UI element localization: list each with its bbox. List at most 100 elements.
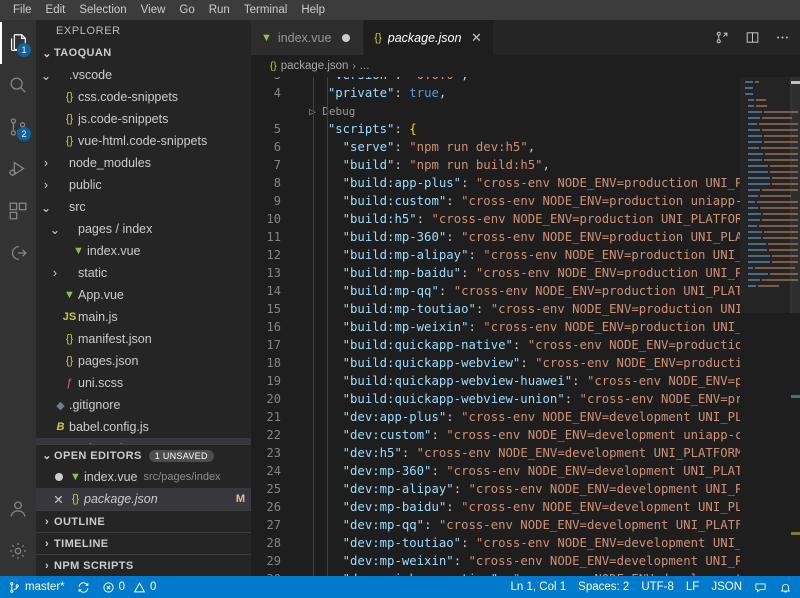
activity-item-explorer[interactable]: 1	[0, 22, 36, 64]
close-icon[interactable]: ✕	[50, 492, 67, 507]
code-line[interactable]: 3 "version": "0.0.0",	[251, 77, 740, 84]
code-line[interactable]: 4 "private": true,	[251, 84, 740, 102]
split-editor-icon[interactable]	[742, 28, 762, 48]
section-header-open-editors[interactable]: ⌄ OPEN EDITORS 1 UNSAVED	[36, 444, 251, 466]
tree-item-index-vue[interactable]: ▼ index.vue	[36, 240, 251, 262]
tree-item-babel-config-js[interactable]: Bbabel.config.js	[36, 416, 251, 438]
tree-item-uni-scss[interactable]: ƒ uni.scss	[36, 372, 251, 394]
code-line[interactable]: 16 "build:mp-weixin": "cross-env NODE_EN…	[251, 318, 740, 336]
code-scroll-region[interactable]: 3 "version": "0.0.0",4 "private": true, ▷…	[251, 77, 740, 576]
menu-terminal[interactable]: Terminal	[237, 1, 294, 19]
activity-item-run-and-debug[interactable]	[0, 148, 36, 190]
activity-item-source-control[interactable]: 2	[0, 106, 36, 148]
tree-item-js-code-snippets[interactable]: {} js.code-snippets	[36, 108, 251, 130]
code-line[interactable]: 12 "build:mp-alipay": "cross-env NODE_EN…	[251, 246, 740, 264]
code-line[interactable]: 17 "build:quickapp-native": "cross-env N…	[251, 336, 740, 354]
menu-run[interactable]: Run	[202, 1, 237, 19]
menu-file[interactable]: File	[6, 1, 39, 19]
scrollbar-thumb[interactable]	[790, 77, 800, 313]
code-line[interactable]: 21 "dev:app-plus": "cross-env NODE_ENV=d…	[251, 408, 740, 426]
chevron-down-icon: ⌄	[42, 450, 52, 462]
tree-item-node-modules[interactable]: › node_modules	[36, 152, 251, 174]
code-line[interactable]: 24 "dev:mp-360": "cross-env NODE_ENV=dev…	[251, 462, 740, 480]
status-cursor-position[interactable]: Ln 1, Col 1	[505, 576, 573, 598]
tree-item-pages-index[interactable]: ⌄ pages / index	[36, 218, 251, 240]
code-line[interactable]: 20 "build:quickapp-webview-union": "cros…	[251, 390, 740, 408]
code-line[interactable]: 19 "build:quickapp-webview-huawei": "cro…	[251, 372, 740, 390]
activity-item-settings[interactable]	[0, 530, 36, 572]
code-line[interactable]: 8 "build:app-plus": "cross-env NODE_ENV=…	[251, 174, 740, 192]
code-line[interactable]: 15 "build:mp-toutiao": "cross-env NODE_E…	[251, 300, 740, 318]
activity-item-search[interactable]	[0, 64, 36, 106]
code-line[interactable]: 10 "build:h5": "cross-env NODE_ENV=produ…	[251, 210, 740, 228]
tree-item-src[interactable]: ⌄ src	[36, 196, 251, 218]
tab-package-json[interactable]: {} package.json ✕	[364, 20, 495, 55]
status-eol[interactable]: LF	[680, 576, 705, 598]
tree-item--gitignore[interactable]: ◆ .gitignore	[36, 394, 251, 416]
status-sync[interactable]	[71, 576, 96, 598]
code-line[interactable]: 14 "build:mp-qq": "cross-env NODE_ENV=pr…	[251, 282, 740, 300]
tree-item-public[interactable]: › public	[36, 174, 251, 196]
tree-item-static[interactable]: › static	[36, 262, 251, 284]
activity-item-remote-explorer[interactable]	[0, 232, 36, 274]
open-editor-item[interactable]: ▼ index.vue src/pages/index	[36, 466, 251, 488]
code-line[interactable]: 23 "dev:h5": "cross-env NODE_ENV=develop…	[251, 444, 740, 462]
code-line[interactable]: 7 "build": "npm run build:h5",	[251, 156, 740, 174]
code-line[interactable]: 27 "dev:mp-qq": "cross-env NODE_ENV=deve…	[251, 516, 740, 534]
close-icon[interactable]: ✕	[469, 30, 483, 46]
menu-go[interactable]: Go	[172, 1, 201, 19]
tree-item-manifest-json[interactable]: {} manifest.json	[36, 328, 251, 350]
code-line[interactable]: 13 "build:mp-baidu": "cross-env NODE_ENV…	[251, 264, 740, 282]
code-line[interactable]: 11 "build:mp-360": "cross-env NODE_ENV=p…	[251, 228, 740, 246]
codelens-debug-button[interactable]: ▷ Debug	[309, 105, 355, 118]
code-line[interactable]: 18 "build:quickapp-webview": "cross-env …	[251, 354, 740, 372]
status-encoding[interactable]: UTF-8	[635, 576, 680, 598]
breadcrumb-file[interactable]: package.json	[281, 60, 349, 72]
more-actions-icon[interactable]	[772, 28, 792, 48]
section-header-timeline[interactable]: › TIMELINE	[36, 532, 251, 554]
code-line[interactable]: 6 "serve": "npm run dev:h5",	[251, 138, 740, 156]
run-or-debug-icon[interactable]	[712, 28, 732, 48]
status-indentation[interactable]: Spaces: 2	[572, 576, 635, 598]
code-line[interactable]: 5 "scripts": {	[251, 120, 740, 138]
menu-help[interactable]: Help	[294, 1, 332, 19]
status-notifications[interactable]	[773, 576, 798, 598]
open-editor-item[interactable]: ✕ {} package.json M	[36, 488, 251, 510]
code-lens[interactable]: ▷ Debug	[251, 102, 740, 120]
tree-item-css-code-snippets[interactable]: {} css.code-snippets	[36, 86, 251, 108]
code-line[interactable]: 26 "dev:mp-baidu": "cross-env NODE_ENV=d…	[251, 498, 740, 516]
unsaved-dot-icon[interactable]	[339, 33, 353, 42]
section-header-npm-scripts[interactable]: › NPM SCRIPTS	[36, 554, 251, 576]
status-branch[interactable]: master*	[2, 576, 71, 598]
code-line[interactable]: 25 "dev:mp-alipay": "cross-env NODE_ENV=…	[251, 480, 740, 498]
tree-item-vue-html-code-snippets[interactable]: {} vue-html.code-snippets	[36, 130, 251, 152]
menu-view[interactable]: View	[134, 1, 173, 19]
tree-item--vscode[interactable]: ⌄ .vscode	[36, 64, 251, 86]
code-line[interactable]: 22 "dev:custom": "cross-env NODE_ENV=dev…	[251, 426, 740, 444]
tree-item-label: .vscode	[69, 68, 113, 82]
tree-item-package-json[interactable]: {}package.json M	[36, 438, 251, 444]
tree-item-main-js[interactable]: JS main.js	[36, 306, 251, 328]
code-line[interactable]: 30 "dev:quickapp-native": "cross-env NOD…	[251, 570, 740, 576]
code-line[interactable]: 28 "dev:mp-toutiao": "cross-env NODE_ENV…	[251, 534, 740, 552]
code-line[interactable]: 29 "dev:mp-weixin": "cross-env NODE_ENV=…	[251, 552, 740, 570]
minimap[interactable]	[740, 77, 800, 576]
status-problems[interactable]: 0 0	[96, 576, 163, 598]
tree-item-app-vue[interactable]: ▼ App.vue	[36, 284, 251, 306]
section-header-folder[interactable]: ⌄ TAOQUAN	[36, 42, 251, 64]
activity-item-accounts[interactable]	[0, 488, 36, 530]
breadcrumb[interactable]: {} package.json › ...	[251, 55, 800, 77]
activity-item-extensions[interactable]	[0, 190, 36, 232]
breadcrumb-rest[interactable]: ...	[360, 60, 370, 72]
tree-item-pages-json[interactable]: {} pages.json	[36, 350, 251, 372]
editor-scrollbar[interactable]	[790, 77, 800, 576]
code-editor[interactable]: 3 "version": "0.0.0",4 "private": true, ▷…	[251, 77, 800, 576]
status-feedback[interactable]	[748, 576, 773, 598]
tab-index-vue[interactable]: ▼ index.vue	[251, 20, 365, 55]
menu-selection[interactable]: Selection	[72, 1, 133, 19]
minimap-slider[interactable]	[740, 77, 792, 313]
section-header-outline[interactable]: › OUTLINE	[36, 510, 251, 532]
status-language-mode[interactable]: JSON	[705, 576, 748, 598]
menu-edit[interactable]: Edit	[39, 1, 73, 19]
code-line[interactable]: 9 "build:custom": "cross-env NODE_ENV=pr…	[251, 192, 740, 210]
